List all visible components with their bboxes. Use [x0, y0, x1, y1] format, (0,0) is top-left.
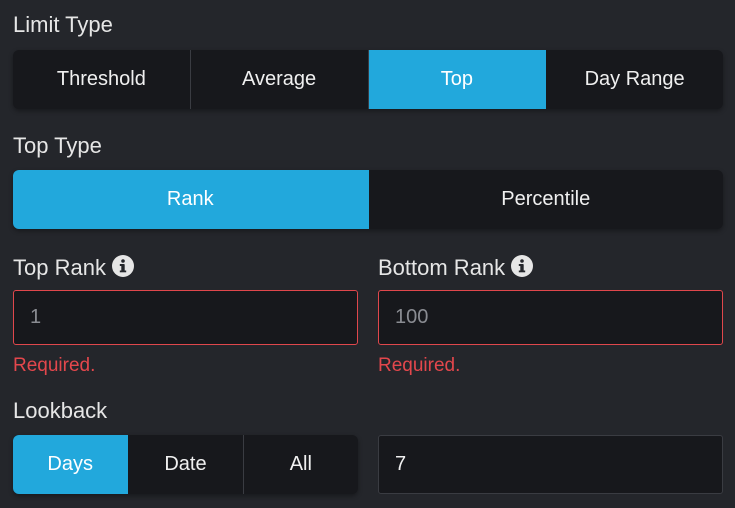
lookback-all-button[interactable]: All — [244, 435, 358, 494]
top-type-segmented-control: Rank Percentile — [13, 170, 723, 229]
limit-type-segmented-control: Threshold Average Top Day Range — [13, 50, 723, 109]
bottom-rank-label-row: Bottom Rank — [378, 255, 534, 280]
limit-type-day-range-button[interactable]: Day Range — [546, 50, 723, 109]
limit-type-top-button[interactable]: Top — [368, 50, 547, 109]
bottom-rank-error-message: Required. — [378, 355, 461, 376]
info-icon[interactable] — [111, 255, 134, 277]
top-rank-error-message: Required. — [13, 355, 96, 376]
bottom-rank-input[interactable]: 100 — [378, 290, 723, 345]
top-rank-input[interactable]: 1 — [13, 290, 358, 345]
top-rank-label: Top Rank — [13, 255, 106, 280]
lookback-value: 7 — [395, 453, 407, 475]
top-rank-label-row: Top Rank — [13, 255, 134, 279]
limit-settings-panel: Limit Type Threshold Average Top Day Ran… — [0, 0, 735, 508]
lookback-days-button[interactable]: Days — [13, 435, 129, 494]
lookback-date-button[interactable]: Date — [128, 435, 244, 494]
limit-type-threshold-button[interactable]: Threshold — [13, 50, 191, 109]
lookback-value-input[interactable]: 7 — [378, 435, 723, 494]
top-type-label: Top Type — [13, 133, 102, 158]
lookback-segmented-control: Days Date All — [13, 435, 358, 494]
bottom-rank-placeholder: 100 — [395, 306, 429, 328]
limit-type-label: Limit Type — [13, 12, 113, 37]
info-icon[interactable] — [511, 255, 534, 277]
top-type-rank-button[interactable]: Rank — [13, 170, 369, 229]
limit-type-average-button[interactable]: Average — [191, 50, 369, 109]
bottom-rank-label: Bottom Rank — [378, 255, 506, 280]
top-type-percentile-button[interactable]: Percentile — [369, 170, 724, 229]
top-rank-placeholder: 1 — [30, 306, 42, 328]
lookback-label: Lookback — [13, 398, 108, 423]
